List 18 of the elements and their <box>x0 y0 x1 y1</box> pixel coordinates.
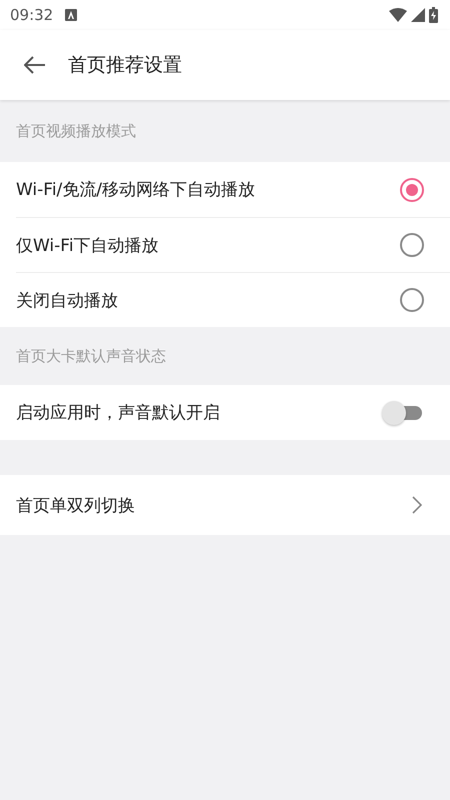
radio-button[interactable] <box>400 178 424 202</box>
signal-icon <box>411 8 425 22</box>
radio-button[interactable] <box>400 288 424 312</box>
notification-icon <box>65 9 78 21</box>
toggle-switch[interactable] <box>382 402 422 422</box>
battery-icon <box>429 7 438 23</box>
section-header: 首页大卡默认声音状态 <box>16 346 166 366</box>
chevron-right-icon <box>412 496 422 514</box>
wifi-icon <box>389 8 407 22</box>
radio-button[interactable] <box>400 233 424 257</box>
option-label: 关闭自动播放 <box>16 290 119 312</box>
status-time: 09:32 <box>10 6 54 24</box>
section-header: 首页视频播放模式 <box>16 122 136 140</box>
option-label: Wi-Fi/免流/移动网络下自动播放 <box>16 179 256 201</box>
page-title: 首页推荐设置 <box>68 53 182 78</box>
toggle-label: 启动应用时，声音默认开启 <box>16 402 221 424</box>
option-label: 仅Wi-Fi下自动播放 <box>16 234 160 256</box>
menu-item-label: 首页单双列切换 <box>16 494 136 516</box>
